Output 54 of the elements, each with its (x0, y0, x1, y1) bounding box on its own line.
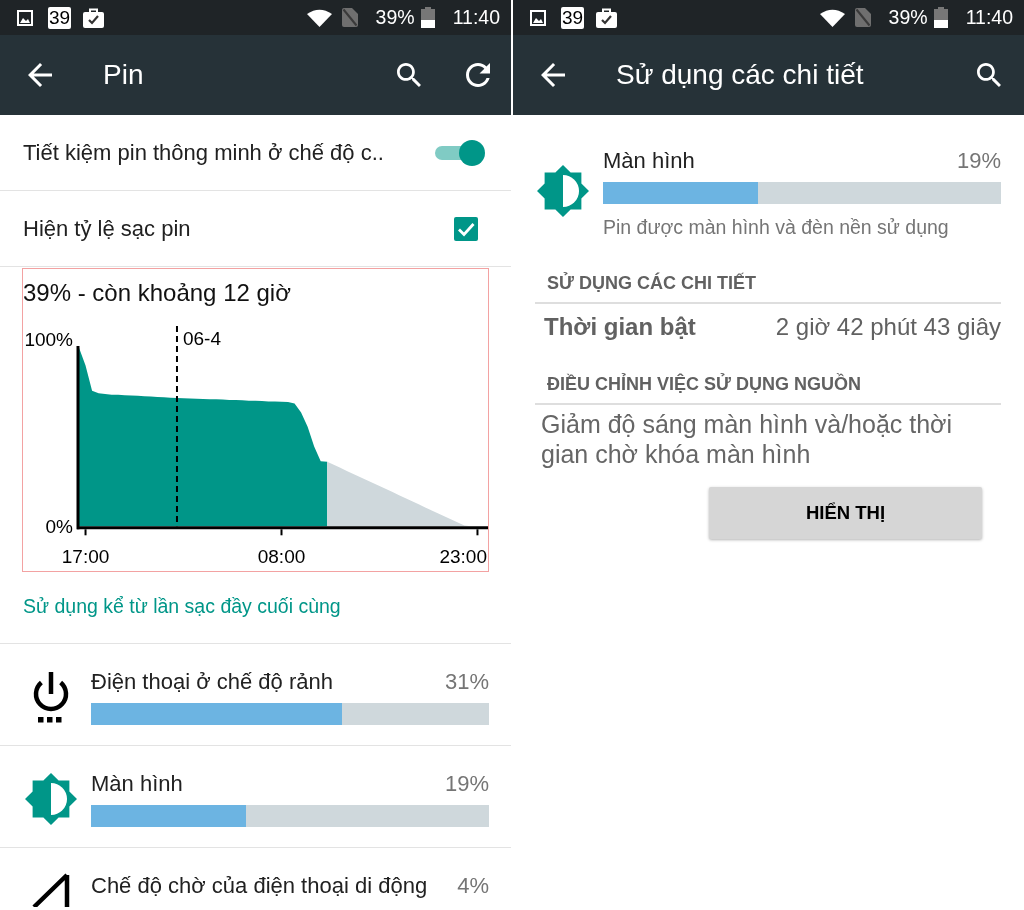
power-icon (31, 671, 71, 723)
clock-time: 11:40 (452, 6, 500, 29)
refresh-icon[interactable] (466, 63, 490, 87)
toggle-switch[interactable] (435, 138, 485, 167)
usage-percent: 19% (444, 771, 489, 797)
brightness-icon (25, 773, 77, 825)
back-arrow-icon[interactable] (541, 63, 565, 87)
briefcase-check-icon (596, 7, 617, 28)
wifi-icon (306, 8, 332, 27)
axis-label: 0% (45, 515, 73, 537)
app-percent: 19% (956, 148, 1001, 174)
checkbox[interactable] (454, 216, 478, 241)
detail-value: 2 giờ 42 phút 43 giây (775, 313, 1001, 341)
brightness-icon (537, 164, 589, 217)
image-icon (530, 9, 546, 26)
setting-label: Tiết kiệm pin thông minh ở chế độ c.. (23, 139, 385, 166)
back-arrow-icon[interactable] (28, 63, 52, 87)
axis-label: 08:00 (257, 546, 306, 567)
axis-label: 100% (24, 328, 73, 350)
screen-title: Sử dụng các chi tiết (616, 59, 864, 91)
screen-title: Pin (103, 59, 144, 91)
show-button[interactable]: HIỂN THỊ (709, 487, 982, 539)
detail-label: Thời gian bật (544, 313, 696, 341)
battery-percent: 39% (888, 6, 928, 29)
usage-name: Màn hình (91, 771, 183, 797)
calendar-date: 39 (48, 6, 71, 29)
search-icon[interactable] (977, 63, 1001, 87)
advice-text: Giảm độ sáng màn hình và/hoặc thời gian chờ khóa màn hình (541, 409, 954, 469)
no-sim-icon (854, 8, 871, 27)
chart-title: 39% - còn khoảng 12 giờ (23, 279, 292, 307)
axis-label: 17:00 (61, 546, 110, 567)
search-icon[interactable] (397, 63, 421, 87)
battery-percent: 39% (375, 6, 415, 29)
usage-percent: 31% (444, 669, 489, 695)
setting-label: Hiện tỷ lệ sạc pin (23, 215, 192, 242)
date-label: 06-4 (183, 328, 221, 349)
axis-label: 23:00 (439, 546, 487, 567)
briefcase-check-icon (83, 7, 104, 28)
calendar-date: 39 (561, 6, 584, 29)
section-header: SỬ DỤNG CÁC CHI TIẾT (535, 272, 1001, 304)
section-header: ĐIỀU CHỈNH VIỆC SỬ DỤNG NGUỒN (535, 373, 1001, 405)
usage-name: Chế độ chờ của điện thoại di động (91, 873, 428, 899)
app-description: Pin được màn hình và đèn nền sử dụng (603, 215, 950, 239)
usage-percent: 4% (457, 873, 489, 899)
usage-name: Điện thoại ở chế độ rảnh (91, 669, 333, 695)
category-header: Sử dụng kể từ lần sạc đầy cuối cùng (23, 595, 341, 617)
app-name: Màn hình (603, 148, 695, 174)
signal-icon (32, 873, 70, 907)
no-sim-icon (341, 8, 358, 27)
image-icon (17, 9, 33, 26)
battery-icon (933, 7, 948, 28)
clock-time: 11:40 (965, 6, 1013, 29)
wifi-icon (819, 8, 845, 27)
battery-icon (420, 7, 435, 28)
